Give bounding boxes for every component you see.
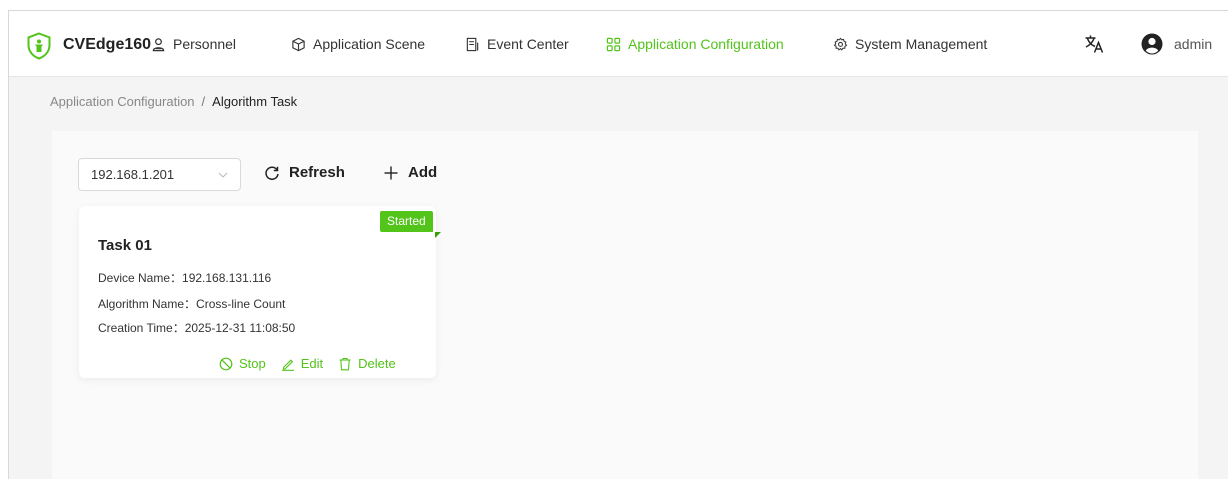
nav-item-label: Application Configuration (628, 36, 784, 52)
delete-button[interactable]: Delete (338, 356, 396, 371)
algorithm-name-field: Algorithm Name：Cross-line Count (98, 297, 286, 311)
refresh-label: Refresh (289, 164, 345, 181)
creation-time-field: Creation Time：2025-12-31 11:08:50 (98, 321, 296, 335)
user-menu[interactable]: admin (1141, 33, 1212, 55)
refresh-button[interactable]: Refresh (264, 164, 345, 181)
edit-label: Edit (300, 356, 324, 371)
status-badge-tail (435, 232, 441, 238)
device-select-value: 192.168.1.201 (91, 167, 175, 182)
trash-icon (339, 357, 351, 370)
user-icon (152, 37, 165, 51)
stop-button[interactable]: Stop (219, 356, 266, 371)
breadcrumb-parent[interactable]: Application Configuration (50, 94, 195, 109)
breadcrumb: Application Configuration / Algorithm Task (50, 94, 297, 109)
task-actions: Stop Edit Delete (219, 356, 396, 371)
add-button[interactable]: Add (383, 164, 437, 181)
document-icon (466, 37, 479, 51)
nav-item-personnel[interactable]: Personnel (151, 36, 236, 52)
shield-logo-icon (27, 32, 51, 60)
nav-item-event-center[interactable]: Event Center (465, 36, 569, 52)
nav-item-application-configuration[interactable]: Application Configuration (606, 36, 784, 52)
refresh-icon (265, 166, 279, 180)
nav-item-system-management[interactable]: System Management (833, 36, 987, 52)
nav-item-label: System Management (855, 36, 988, 52)
breadcrumb-separator: / (201, 94, 206, 109)
top-navigation-bar: CVEdge160 Personnel Application Scene Ev… (9, 11, 1228, 77)
device-name-field: Device Name：192.168.131.116 (98, 271, 272, 285)
brand-name: CVEdge160 (63, 36, 152, 53)
status-badge: Started (380, 211, 433, 232)
translate-icon[interactable] (1084, 34, 1104, 54)
gear-icon (833, 37, 848, 51)
nav-item-application-scene[interactable]: Application Scene (291, 36, 425, 52)
cube-icon (292, 37, 305, 51)
task-card: Started Task 01 Device Name：192.168.131.… (79, 206, 441, 378)
plus-icon (384, 166, 398, 179)
nav-item-label: Application Scene (313, 36, 426, 52)
stop-icon (219, 357, 233, 370)
nav-item-label: Event Center (487, 36, 569, 52)
username: admin (1174, 36, 1213, 52)
add-label: Add (408, 164, 438, 181)
delete-label: Delete (358, 356, 396, 371)
task-title: Task 01 (98, 237, 152, 254)
chevron-down-icon (218, 172, 228, 178)
content-panel: 192.168.1.201 Refresh Add Started Task 0… (52, 131, 1198, 479)
edit-icon (281, 358, 294, 371)
app-window: CVEdge160 Personnel Application Scene Ev… (8, 10, 1228, 479)
grid-icon (606, 37, 621, 51)
nav-item-label: Personnel (173, 36, 237, 52)
device-select[interactable]: 192.168.1.201 (78, 158, 241, 191)
breadcrumb-current: Algorithm Task (212, 94, 298, 109)
edit-button[interactable]: Edit (281, 356, 323, 371)
user-avatar-icon (1141, 33, 1163, 55)
stop-label: Stop (239, 356, 266, 371)
